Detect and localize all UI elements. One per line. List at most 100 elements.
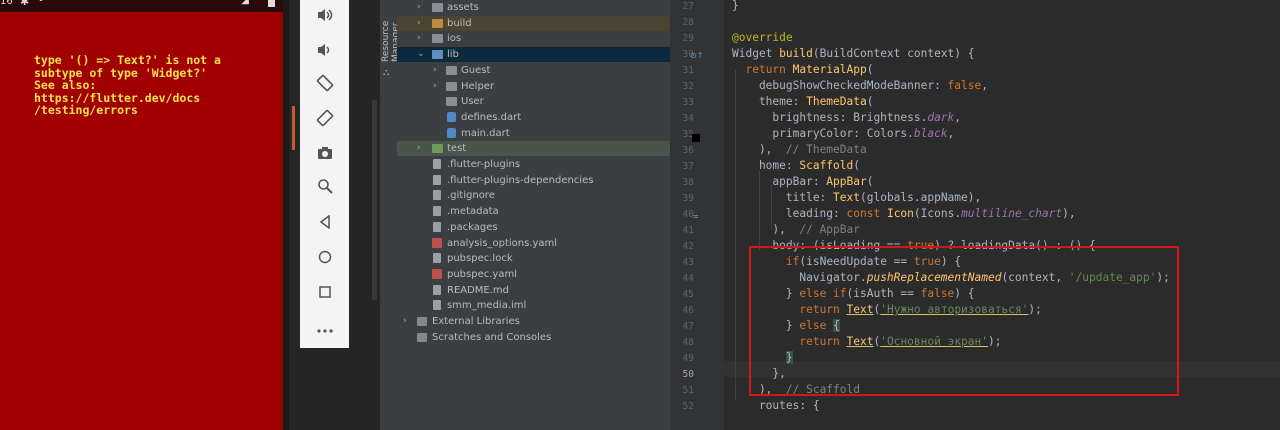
tree-item-build[interactable]: › build: [397, 15, 670, 31]
line-number: 48: [682, 337, 694, 348]
tree-item-pubspec-yaml[interactable]: pubspec.yaml: [397, 267, 670, 282]
tree-item-label: Helper: [461, 80, 495, 92]
tree-item-metadata[interactable]: .metadata: [397, 204, 670, 219]
file-icon: [433, 253, 441, 264]
code-line-37: home: Scaffold(: [732, 159, 860, 172]
code-line-33: theme: ThemeData(: [732, 95, 874, 108]
tree-item-flutter-plugins[interactable]: .flutter-plugins: [397, 157, 670, 172]
line-number: 51: [682, 385, 694, 396]
folder-icon: [432, 18, 443, 28]
tree-item-external-libraries[interactable]: › External Libraries: [397, 314, 670, 329]
code-line-36: ), // ThemeData: [732, 143, 867, 156]
home-button[interactable]: [300, 245, 349, 271]
line-number: 41: [682, 225, 694, 236]
tree-item-label: lib: [447, 49, 459, 61]
resource-manager-tab[interactable]: Resource Manager ⛬: [380, 0, 401, 430]
screenshot-button[interactable]: [300, 141, 349, 167]
camera-icon: [317, 145, 333, 164]
chevron-down-icon: ⌄: [417, 49, 425, 60]
tree-item-main-dart[interactable]: main.dart: [397, 126, 670, 141]
tree-item-label: .metadata: [447, 206, 499, 218]
rotate-left-button[interactable]: [300, 72, 349, 98]
line-number: 43: [682, 257, 694, 268]
home-icon: [318, 249, 332, 268]
code-line-38: appBar: AppBar(: [732, 175, 874, 188]
tree-item-user[interactable]: User: [397, 94, 670, 109]
chevron-right-icon: ›: [417, 33, 421, 44]
folder-icon: [446, 65, 457, 75]
phone-status-bar: 16 ✱ • ◢: [0, 0, 283, 12]
tree-item-iml[interactable]: smm_media.iml: [397, 298, 670, 313]
emulator-toolbar: [300, 0, 349, 348]
line-number: 40: [682, 209, 694, 220]
code-line-40: leading: const Icon(Icons.multiline_char…: [732, 207, 1076, 220]
folder-icon: [446, 81, 457, 91]
tree-item-gitignore[interactable]: .gitignore: [397, 188, 670, 203]
battery-icon: [268, 0, 275, 7]
line-number: 47: [682, 321, 694, 332]
tree-item-label: assets: [447, 2, 479, 13]
rotate-left-icon: [316, 74, 334, 96]
flutter-error-message: type '() => Text?' is not a subtype of t…: [34, 53, 221, 118]
scratches-icon: [417, 332, 427, 342]
tree-item-ios[interactable]: › ios: [397, 31, 670, 46]
tree-item-scratches[interactable]: Scratches and Consoles: [397, 330, 670, 345]
line-number: 52: [682, 401, 694, 412]
code-line-29: @override: [732, 31, 793, 44]
line-number: 45: [682, 289, 694, 300]
tree-item-readme[interactable]: README.md: [397, 283, 670, 298]
line-number: 38: [682, 177, 694, 188]
notification-dot-icon: •: [38, 0, 44, 6]
line-number: 32: [682, 81, 694, 92]
tree-item-flutter-plugins-dependencies[interactable]: .flutter-plugins-dependencies: [397, 173, 670, 188]
more-button[interactable]: [300, 314, 349, 340]
tree-item-label: User: [461, 96, 484, 108]
volume-up-button[interactable]: [300, 3, 349, 29]
back-button[interactable]: [300, 210, 349, 236]
library-icon: [417, 317, 427, 326]
file-icon: [433, 159, 441, 169]
tree-item-label: defines.dart: [461, 111, 522, 123]
line-number: 49: [682, 353, 694, 364]
tree-item-analysis-options[interactable]: analysis_options.yaml: [397, 236, 670, 251]
file-icon: [433, 190, 441, 201]
code-line-34: brightness: Brightness.dark,: [732, 111, 962, 124]
tree-item-label: main.dart: [461, 127, 510, 139]
tree-item-pubspec-lock[interactable]: pubspec.lock: [397, 251, 670, 266]
folder-icon: [432, 3, 443, 12]
overview-button[interactable]: [300, 280, 349, 306]
tree-item-helper[interactable]: › Helper: [397, 79, 670, 94]
line-number: 44: [682, 273, 694, 284]
line-number: 39: [682, 193, 694, 204]
zoom-button[interactable]: [300, 175, 349, 201]
tree-item-label: .gitignore: [447, 190, 495, 202]
tree-item-lib[interactable]: ⌄ lib: [397, 47, 670, 63]
chevron-right-icon: ›: [417, 2, 421, 12]
yaml-file-icon: [432, 268, 442, 279]
folder-icon: [432, 34, 443, 44]
tree-item-test[interactable]: › test: [397, 141, 670, 157]
emulator-indicator: [292, 106, 295, 150]
tree-item-assets[interactable]: › assets: [397, 0, 670, 15]
file-icon: [433, 300, 441, 311]
folder-icon: [432, 144, 443, 154]
code-line-35: primaryColor: Colors.black,: [732, 127, 955, 140]
file-icon: [433, 206, 441, 217]
tree-item-defines-dart[interactable]: defines.dart: [397, 110, 670, 125]
tree-item-label: analysis_options.yaml: [447, 237, 558, 249]
code-line-32: debugShowCheckedModeBanner: false,: [732, 79, 988, 92]
tree-item-packages[interactable]: .packages: [397, 220, 670, 235]
emulator-scrollbar[interactable]: [372, 100, 377, 300]
chevron-right-icon: ›: [417, 17, 421, 28]
file-icon: [433, 221, 441, 232]
chevron-right-icon: ›: [417, 143, 421, 154]
tree-item-label: .flutter-plugins-dependencies: [447, 174, 594, 186]
more-icon: [316, 318, 333, 337]
volume-down-button[interactable]: [300, 38, 349, 64]
override-marker-icon[interactable]: ⊙↑: [690, 51, 703, 60]
rotate-right-button[interactable]: [300, 107, 349, 133]
folder-icon: [446, 97, 457, 107]
tree-item-guest[interactable]: › Guest: [397, 63, 670, 78]
rotate-right-icon: [316, 109, 334, 131]
line-number: 31: [682, 65, 694, 76]
